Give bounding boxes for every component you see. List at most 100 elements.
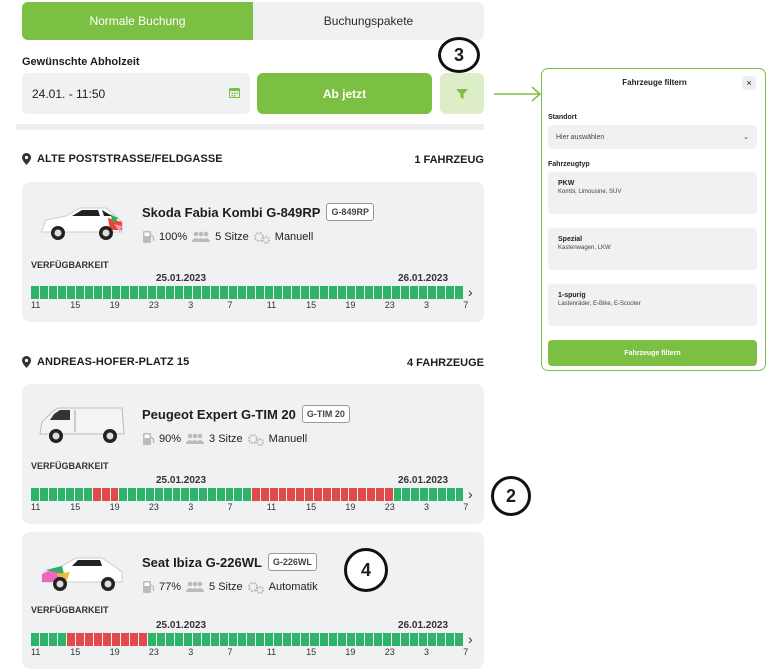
car-image — [41, 557, 123, 591]
car-name: Peugeot Expert G-TIM 20 — [142, 406, 296, 422]
slot-available — [84, 488, 92, 501]
chevron-right-icon[interactable]: › — [468, 284, 473, 300]
time-tick: 7 — [463, 502, 469, 512]
vehicle-card[interactable]: Seat Ibiza G-226WL G-226WL 77% 5 Sitze A… — [22, 532, 484, 669]
slot-available — [58, 633, 67, 646]
slot-available — [157, 286, 166, 299]
booking-tabs: Normale Buchung Buchungspakete — [22, 2, 484, 40]
vehicle-type-option[interactable]: 1-spurig Lastenräder, E-Bike, E-Scooter — [548, 284, 757, 326]
option-title: PKW — [558, 180, 575, 187]
standort-select[interactable]: Hier auswählen ⌄ — [548, 125, 757, 149]
slot-available — [67, 286, 76, 299]
slot-available — [346, 633, 355, 646]
close-icon[interactable]: × — [742, 76, 756, 90]
vehicle-card[interactable]: Peugeot Expert G-TIM 20 G-TIM 20 90% 3 S… — [22, 384, 484, 524]
slot-available — [427, 286, 436, 299]
time-tick: 11 — [31, 647, 41, 657]
slot-available — [148, 286, 157, 299]
tab-buchungspakete[interactable]: Buchungspakete — [253, 2, 484, 40]
slot-available — [58, 286, 67, 299]
vehicle-type-option[interactable]: Spezial Kastenwagen, LKW — [548, 228, 757, 270]
seats-icon — [192, 231, 211, 242]
slot-booked — [67, 633, 76, 646]
gear-icon — [253, 231, 270, 244]
ab-jetzt-button[interactable]: Ab jetzt — [257, 73, 432, 114]
time-tick: 15 — [70, 502, 81, 512]
slot-available — [382, 286, 391, 299]
section-divider — [16, 124, 484, 130]
time-tick: 11 — [266, 300, 277, 310]
time-tick: 7 — [463, 300, 469, 310]
slot-available — [292, 286, 301, 299]
slot-booked — [287, 488, 296, 501]
time-tick: 15 — [70, 300, 81, 310]
slot-booked — [340, 488, 349, 501]
time-tick: 11 — [31, 502, 41, 512]
slot-available — [283, 633, 292, 646]
tab-normale-buchung[interactable]: Normale Buchung — [22, 2, 253, 40]
slot-available — [319, 286, 328, 299]
slot-available — [292, 633, 301, 646]
slot-available — [121, 286, 130, 299]
vehicle-card[interactable]: Skoda Fabia Kombi G-849RP G-849RP 100% 5… — [22, 182, 484, 322]
transmission: Manuell — [268, 433, 308, 445]
time-tick: 19 — [345, 300, 356, 310]
slot-booked — [112, 633, 121, 646]
pickup-time-field[interactable]: 24.01. - 11:50 — [22, 73, 250, 114]
slot-available — [207, 488, 216, 501]
car-image — [39, 407, 125, 443]
map-pin-icon — [22, 153, 31, 165]
slot-available — [238, 633, 247, 646]
slot-booked — [269, 488, 278, 501]
slot-available — [163, 488, 172, 501]
time-tick: 3 — [188, 300, 194, 310]
slot-available — [256, 633, 265, 646]
slot-available — [355, 633, 364, 646]
slot-available — [229, 286, 238, 299]
slot-available — [31, 488, 39, 501]
time-tick: 23 — [148, 502, 159, 512]
slot-available — [234, 488, 243, 501]
slot-available — [157, 633, 166, 646]
filter-icon — [456, 88, 468, 99]
slot-available — [202, 633, 211, 646]
location-header-1: ALTE POSTSTRASSE/FELDGASSE — [22, 153, 223, 165]
date-label-1: 25.01.2023 — [156, 620, 207, 631]
filter-button[interactable] — [440, 73, 484, 114]
fuel-level: 100% — [159, 231, 188, 243]
slot-available — [283, 286, 292, 299]
time-tick: 15 — [306, 647, 317, 657]
slot-available — [455, 488, 464, 501]
slot-available — [211, 286, 220, 299]
time-tick: 15 — [306, 502, 317, 512]
slot-available — [145, 488, 154, 501]
option-title: Spezial — [558, 236, 583, 243]
slot-available — [445, 633, 454, 646]
vehicle-count: 4 FAHRZEUGE — [406, 357, 484, 369]
slot-available — [301, 633, 310, 646]
slot-available — [418, 633, 427, 646]
slot-available — [393, 488, 402, 501]
slot-available — [411, 488, 420, 501]
time-tick: 19 — [109, 502, 120, 512]
slot-available — [76, 286, 85, 299]
slot-available — [49, 633, 58, 646]
slot-available — [137, 488, 145, 501]
slot-available — [373, 286, 382, 299]
chevron-right-icon[interactable]: › — [468, 486, 473, 502]
time-tick: 3 — [424, 300, 430, 310]
annotation-3: 3 — [438, 37, 480, 73]
fuel-icon — [143, 231, 155, 243]
slot-available — [31, 286, 40, 299]
availability-label: VERFÜGBARKEIT — [31, 605, 109, 615]
transmission: Manuell — [274, 231, 314, 243]
slot-available — [40, 633, 49, 646]
slot-available — [39, 488, 48, 501]
slot-available — [199, 488, 207, 501]
slot-available — [400, 286, 409, 299]
vehicle-type-option[interactable]: PKW Kombi, Limousine, SUV — [548, 172, 757, 214]
chevron-right-icon[interactable]: › — [468, 631, 473, 647]
slot-available — [437, 488, 446, 501]
slot-available — [139, 286, 148, 299]
apply-filter-button[interactable]: Fahrzeuge filtern — [548, 340, 757, 366]
